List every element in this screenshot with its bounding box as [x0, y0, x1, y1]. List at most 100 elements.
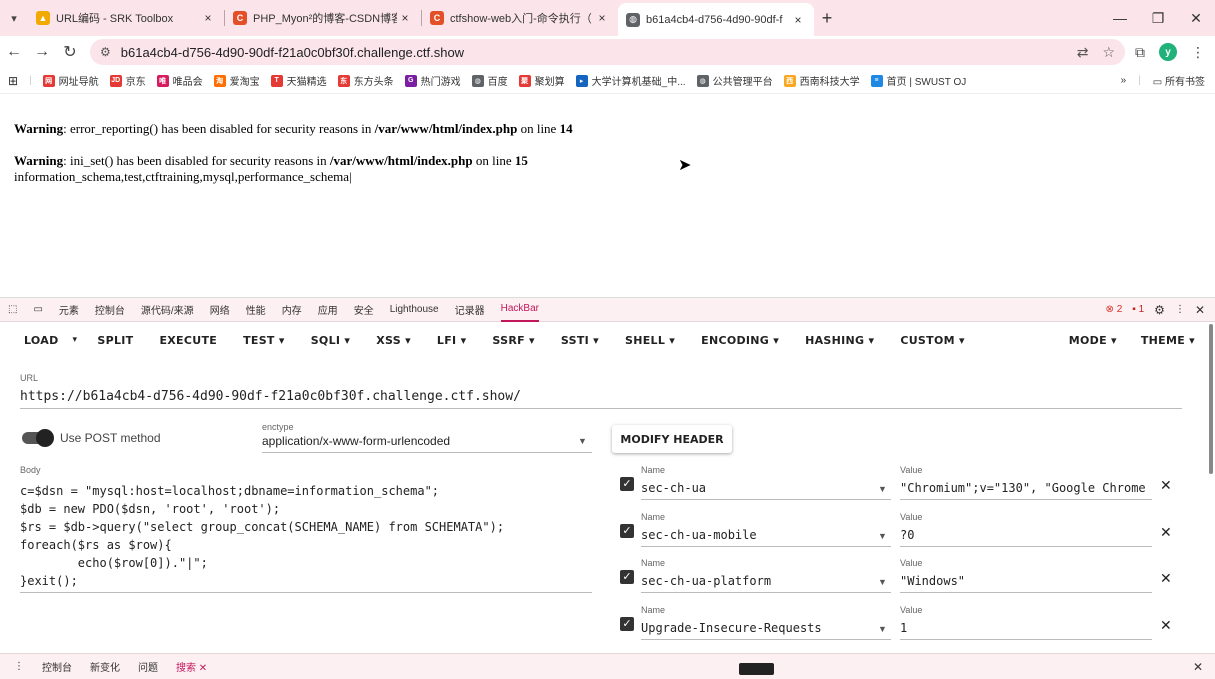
header-enabled-checkbox[interactable]: ✓	[620, 570, 634, 584]
url-input[interactable]: https://b61a4cb4-d756-4d90-90df-f21a0c0b…	[20, 389, 521, 404]
devtools-tab[interactable]: 应用	[318, 298, 338, 322]
bookmark-item[interactable]: 西西南科技大学	[783, 73, 860, 88]
close-window-icon[interactable]: ✕	[1177, 10, 1215, 27]
drawer-menu-icon[interactable]: ⋮	[14, 661, 24, 672]
header-name-input[interactable]: sec-ch-ua-platform	[641, 574, 771, 588]
bookmark-item[interactable]: ≡ 首页 | SWUST OJ	[870, 73, 966, 88]
remove-header-icon[interactable]: ✕	[1160, 524, 1172, 541]
tab-search-button[interactable]: ▾	[0, 0, 28, 36]
hackbar-menu-item[interactable]: ▾	[73, 335, 78, 345]
bookmark-item[interactable]: 唯唯品会	[156, 73, 203, 88]
hackbar-menu-item[interactable]: SPLIT	[97, 334, 133, 347]
enctype-select[interactable]: application/x-www-form-urlencoded	[262, 434, 450, 448]
remove-header-icon[interactable]: ✕	[1160, 477, 1172, 494]
devtools-tab[interactable]: 安全	[354, 298, 374, 322]
bookmark-item[interactable]: JD 京东	[109, 73, 146, 88]
close-drawer-icon[interactable]: ✕	[1193, 660, 1203, 674]
devtools-tab[interactable]: 元素	[59, 298, 79, 322]
hackbar-menu-item[interactable]: SHELL ▾	[625, 334, 675, 347]
drawer-tab[interactable]: 新变化	[90, 659, 120, 674]
header-value-input[interactable]: "Chromium";v="130", "Google Chrome	[900, 481, 1152, 495]
bookmark-item[interactable]: ◍ 百度	[471, 73, 508, 88]
devtools-tab[interactable]: 内存	[282, 298, 302, 322]
back-icon[interactable]: ←	[0, 43, 28, 61]
hackbar-menu-item[interactable]: LFI ▾	[437, 334, 466, 347]
close-devtools-icon[interactable]: ✕	[1195, 303, 1205, 317]
tab-ctfshow-blog[interactable]: C ctfshow-web入门-命令执行（ ×	[422, 3, 618, 33]
extensions-icon[interactable]: ⧉	[1135, 44, 1145, 61]
tab-srk-toolbox[interactable]: ▲ URL编码 - SRK Toolbox ×	[28, 3, 224, 33]
hackbar-menu-item[interactable]: ENCODING ▾	[701, 334, 779, 347]
hackbar-menu-item[interactable]: TEST ▾	[243, 334, 285, 347]
remove-header-icon[interactable]: ✕	[1160, 617, 1172, 634]
bookmark-item[interactable]: 淘爱淘宝	[213, 73, 260, 88]
menu-kebab-icon[interactable]: ⋮	[1191, 44, 1205, 61]
chevron-down-icon[interactable]: ▼	[878, 484, 887, 494]
header-name-input[interactable]: sec-ch-ua	[641, 481, 706, 495]
bookmark-item[interactable]: T 天猫精选	[270, 73, 327, 88]
new-tab-button[interactable]: +	[814, 3, 840, 33]
hackbar-menu-item[interactable]: EXECUTE	[159, 334, 217, 347]
chevron-down-icon[interactable]: ▼	[578, 436, 587, 446]
bookmark-item[interactable]: ▸ 大学计算机基础_中...	[575, 73, 686, 88]
address-bar[interactable]: ⚙ b61a4cb4-d756-4d90-90df-f21a0c0bf30f.c…	[90, 39, 1125, 65]
hackbar-menu-item[interactable]: LOAD	[24, 334, 59, 347]
tab-challenge[interactable]: ◍ b61a4cb4-d756-4d90-90df-f ×	[618, 3, 814, 36]
settings-gear-icon[interactable]: ⚙	[1154, 303, 1165, 317]
reload-icon[interactable]: ↻	[56, 42, 84, 62]
hackbar-menu-item[interactable]: SSRF ▾	[492, 334, 535, 347]
header-enabled-checkbox[interactable]: ✓	[620, 524, 634, 538]
bookmark-item[interactable]: 东东方头条	[337, 73, 394, 88]
bookmark-item[interactable]: 网网址导航	[42, 73, 99, 88]
error-count-badge[interactable]: ⊗ 2	[1106, 304, 1123, 315]
devtools-tab[interactable]: 记录器	[455, 298, 485, 322]
header-value-input[interactable]: "Windows"	[900, 574, 1152, 588]
modify-header-button[interactable]: MODIFY HEADER	[612, 425, 732, 453]
devtools-tab[interactable]: 性能	[246, 298, 266, 322]
header-enabled-checkbox[interactable]: ✓	[620, 477, 634, 491]
bookmark-star-icon[interactable]: ☆	[1102, 44, 1115, 61]
close-tab-icon[interactable]: ×	[200, 11, 216, 25]
hackbar-menu-item[interactable]: MODE ▾	[1069, 334, 1117, 347]
inspect-element-icon[interactable]: ⬚	[8, 304, 17, 315]
hackbar-menu-item[interactable]: HASHING ▾	[805, 334, 874, 347]
drawer-resize-handle[interactable]	[739, 663, 774, 675]
header-name-input[interactable]: sec-ch-ua-mobile	[641, 528, 757, 542]
header-value-input[interactable]: ?0	[900, 528, 1152, 542]
issue-count-badge[interactable]: ▪ 1	[1132, 304, 1144, 315]
header-value-input[interactable]: 1	[900, 621, 1152, 635]
device-toggle-icon[interactable]: ▭	[33, 304, 42, 315]
remove-header-icon[interactable]: ✕	[1160, 570, 1172, 587]
devtools-menu-icon[interactable]: ⋮	[1175, 304, 1185, 315]
post-method-toggle[interactable]	[22, 429, 54, 447]
header-enabled-checkbox[interactable]: ✓	[620, 617, 634, 631]
tab-csdn-blog[interactable]: C PHP_Myon²的博客-CSDN博客 ×	[225, 3, 421, 33]
scrollbar[interactable]	[1209, 324, 1213, 474]
drawer-tab[interactable]: 问题	[138, 659, 158, 674]
all-bookmarks-button[interactable]: ▭ 所有书签	[1153, 73, 1205, 88]
close-tab-icon[interactable]: ×	[397, 11, 413, 25]
chevron-down-icon[interactable]: ▼	[878, 577, 887, 587]
site-info-icon[interactable]: ⚙	[100, 45, 111, 59]
translate-icon[interactable]: ⇄	[1077, 44, 1089, 61]
devtools-tab[interactable]: 控制台	[95, 298, 125, 322]
minimize-icon[interactable]: —	[1101, 10, 1139, 26]
close-tab-icon[interactable]: ×	[790, 13, 806, 27]
bookmark-item[interactable]: 聚聚划算	[518, 73, 565, 88]
hackbar-menu-item[interactable]: THEME ▾	[1141, 334, 1195, 347]
devtools-tab[interactable]: 源代码/来源	[141, 298, 194, 322]
close-tab-icon[interactable]: ✕	[196, 663, 207, 674]
hackbar-menu-item[interactable]: XSS ▾	[376, 334, 411, 347]
forward-icon[interactable]: →	[28, 43, 56, 61]
bookmark-item[interactable]: ◍ 公共管理平台	[696, 73, 773, 88]
profile-avatar[interactable]: y	[1159, 43, 1177, 61]
header-name-input[interactable]: Upgrade-Insecure-Requests	[641, 621, 822, 635]
chevron-down-icon[interactable]: ▼	[878, 531, 887, 541]
hackbar-menu-item[interactable]: CUSTOM ▾	[900, 334, 964, 347]
drawer-tab[interactable]: 控制台	[42, 659, 72, 674]
chevron-down-icon[interactable]: ▼	[878, 624, 887, 634]
hackbar-menu-item[interactable]: SSTI ▾	[561, 334, 599, 347]
bookmarks-overflow-icon[interactable]: »	[1121, 75, 1127, 86]
devtools-tab[interactable]: HackBar	[500, 298, 539, 322]
bookmark-item[interactable]: G 热门游戏	[404, 73, 461, 88]
